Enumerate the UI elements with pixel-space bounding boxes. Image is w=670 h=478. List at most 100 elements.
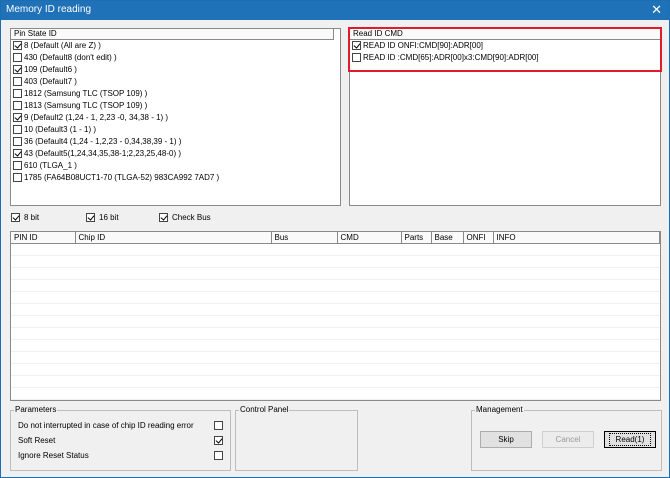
table-row (11, 244, 660, 256)
table-row (11, 352, 660, 364)
pin-state-item-label: 1812 (Samsung TLC (TSOP 109) ) (24, 89, 148, 98)
memory-id-dialog: Memory ID reading ✕ Pin State ID 8 (Defa… (0, 0, 670, 478)
read-cmd-items: READ ID ONFI:CMD[90]:ADR[00] READ ID :CMD… (350, 40, 660, 64)
results-column-header[interactable]: Chip ID (75, 232, 272, 244)
cancel-button[interactable]: Cancel (542, 431, 594, 448)
parameter-label: Soft Reset (18, 436, 56, 445)
table-row (11, 316, 660, 328)
parameter-checkbox[interactable] (214, 436, 223, 445)
control-panel-group: Control Panel (235, 405, 358, 471)
table-row (11, 280, 660, 292)
results-column-header[interactable]: ONFI (463, 232, 494, 244)
control-panel-title: Control Panel (239, 405, 290, 415)
parameter-checkbox[interactable] (214, 421, 223, 430)
pin-state-item[interactable]: 610 (TLGA_1 ) (11, 160, 340, 172)
pin-state-item[interactable]: 43 (Default5(1,24,34,35,38-1;2,23,25,48-… (11, 148, 340, 160)
results-body (11, 244, 660, 400)
pin-state-item-label: 1785 (FA64B08UCT1-70 (TLGA-52) 983CA992 … (24, 173, 220, 182)
read-cmd-checkbox[interactable] (352, 41, 361, 51)
opt-check-bus[interactable]: Check Bus (159, 213, 211, 223)
pin-state-header-edge (333, 29, 340, 40)
read-cmd-list[interactable]: Read ID CMD READ ID ONFI:CMD[90]:ADR[00]… (349, 28, 661, 206)
pin-state-item[interactable]: 10 (Default3 (1 - 1) ) (11, 124, 340, 136)
opt-check-bus-label: Check Bus (172, 213, 211, 222)
table-row (11, 376, 660, 388)
pin-state-item[interactable]: 403 (Default7 ) (11, 76, 340, 88)
read-cmd-item[interactable]: READ ID :CMD[65]:ADR[00]x3:CMD[90]:ADR[0… (350, 52, 660, 64)
pin-state-item[interactable]: 9 (Default2 (1,24 - 1, 2,23 -0, 34,38 - … (11, 112, 340, 124)
skip-button[interactable]: Skip (480, 431, 532, 448)
pin-state-item[interactable]: 36 (Default4 (1,24 - 1,2,23 - 0,34,38,39… (11, 136, 340, 148)
pin-state-item-label: 8 (Default (All are Z) ) (24, 41, 101, 50)
results-column-header[interactable]: PIN ID (11, 232, 76, 244)
pin-state-checkbox[interactable] (13, 173, 22, 183)
pin-state-item-label: 1813 (Samsung TLC (TSOP 109) ) (24, 101, 148, 110)
table-row (11, 304, 660, 316)
pin-state-header-label: Pin State ID (14, 29, 57, 38)
opt-16bit-label: 16 bit (99, 213, 119, 222)
pin-state-item[interactable]: 1785 (FA64B08UCT1-70 (TLGA-52) 983CA992 … (11, 172, 340, 184)
results-header-row: PIN ID Chip ID Bus CMD Parts Base ONFI INFO (11, 232, 660, 244)
results-column-header[interactable]: Base (431, 232, 464, 244)
pin-state-checkbox[interactable] (13, 125, 22, 135)
pin-state-item[interactable]: 8 (Default (All are Z) ) (11, 40, 340, 52)
pin-state-item-label: 430 (Default8 (don't edit) ) (24, 53, 117, 62)
title-bar: Memory ID reading ✕ (1, 1, 669, 20)
pin-state-item-label: 36 (Default4 (1,24 - 1,2,23 - 0,34,38,39… (24, 137, 182, 146)
pin-state-item[interactable]: 1812 (Samsung TLC (TSOP 109) ) (11, 88, 340, 100)
pin-state-item[interactable]: 109 (Default6 ) (11, 64, 340, 76)
pin-state-checkbox[interactable] (13, 65, 22, 75)
parameter-checkbox[interactable] (214, 451, 223, 460)
pin-state-checkbox[interactable] (13, 41, 22, 51)
pin-state-checkbox[interactable] (13, 161, 22, 171)
pin-state-item-label: 403 (Default7 ) (24, 77, 77, 86)
pin-state-checkbox[interactable] (13, 53, 22, 63)
pin-state-item-label: 610 (TLGA_1 ) (24, 161, 77, 170)
read-cmd-header-label: Read ID CMD (353, 29, 403, 38)
close-icon[interactable]: ✕ (651, 2, 662, 18)
pin-state-item[interactable]: 430 (Default8 (don't edit) ) (11, 52, 340, 64)
checkbox-8bit[interactable] (11, 213, 20, 223)
table-row (11, 268, 660, 280)
read-cmd-item-label: READ ID ONFI:CMD[90]:ADR[00] (363, 41, 484, 50)
table-row (11, 388, 660, 400)
pin-state-item[interactable]: 1813 (Samsung TLC (TSOP 109) ) (11, 100, 340, 112)
parameter-label: Do not interrupted in case of chip ID re… (18, 421, 194, 430)
read-cmd-item-label: READ ID :CMD[65]:ADR[00]x3:CMD[90]:ADR[0… (363, 53, 539, 62)
table-row (11, 364, 660, 376)
pin-state-checkbox[interactable] (13, 113, 22, 123)
pin-state-item-label: 43 (Default5(1,24,34,35,38-1;2,23,25,48-… (24, 149, 181, 158)
results-column-header[interactable]: INFO (493, 232, 660, 244)
checkbox-16bit[interactable] (86, 213, 95, 223)
read-button[interactable]: Read(1) (604, 431, 656, 448)
results-column-header[interactable]: Bus (271, 232, 338, 244)
opt-8bit[interactable]: 8 bit (11, 213, 39, 223)
results-column-header[interactable]: Parts (401, 232, 432, 244)
pin-state-checkbox[interactable] (13, 77, 22, 87)
parameters-title: Parameters (14, 405, 58, 415)
pin-state-checkbox[interactable] (13, 149, 22, 159)
pin-state-list[interactable]: Pin State ID 8 (Default (All are Z) ) 430… (10, 28, 341, 206)
results-column-header[interactable]: CMD (337, 232, 402, 244)
parameter-label: Ignore Reset Status (18, 451, 89, 460)
opt-16bit[interactable]: 16 bit (86, 213, 119, 223)
table-row (11, 292, 660, 304)
pin-state-checkbox[interactable] (13, 101, 22, 111)
pin-state-item-label: 10 (Default3 (1 - 1) ) (24, 125, 97, 134)
read-cmd-item[interactable]: READ ID ONFI:CMD[90]:ADR[00] (350, 40, 660, 52)
pin-state-item-label: 9 (Default2 (1,24 - 1, 2,23 -0, 34,38 - … (24, 113, 169, 122)
checkbox-check-bus[interactable] (159, 213, 168, 223)
table-row (11, 328, 660, 340)
pin-state-item-label: 109 (Default6 ) (24, 65, 77, 74)
read-cmd-checkbox[interactable] (352, 53, 361, 63)
window-title: Memory ID reading (6, 4, 92, 15)
pin-state-checkbox[interactable] (13, 89, 22, 99)
pin-state-checkbox[interactable] (13, 137, 22, 147)
cancel-button-label: Cancel (555, 435, 581, 444)
table-row (11, 340, 660, 352)
read-cmd-header: Read ID CMD (350, 29, 660, 40)
management-title: Management (475, 405, 524, 415)
pin-state-items: 8 (Default (All are Z) ) 430 (Default8 (d… (11, 40, 340, 184)
results-table[interactable]: PIN ID Chip ID Bus CMD Parts Base ONFI INFO (10, 231, 661, 401)
pin-state-header: Pin State ID (11, 29, 340, 40)
